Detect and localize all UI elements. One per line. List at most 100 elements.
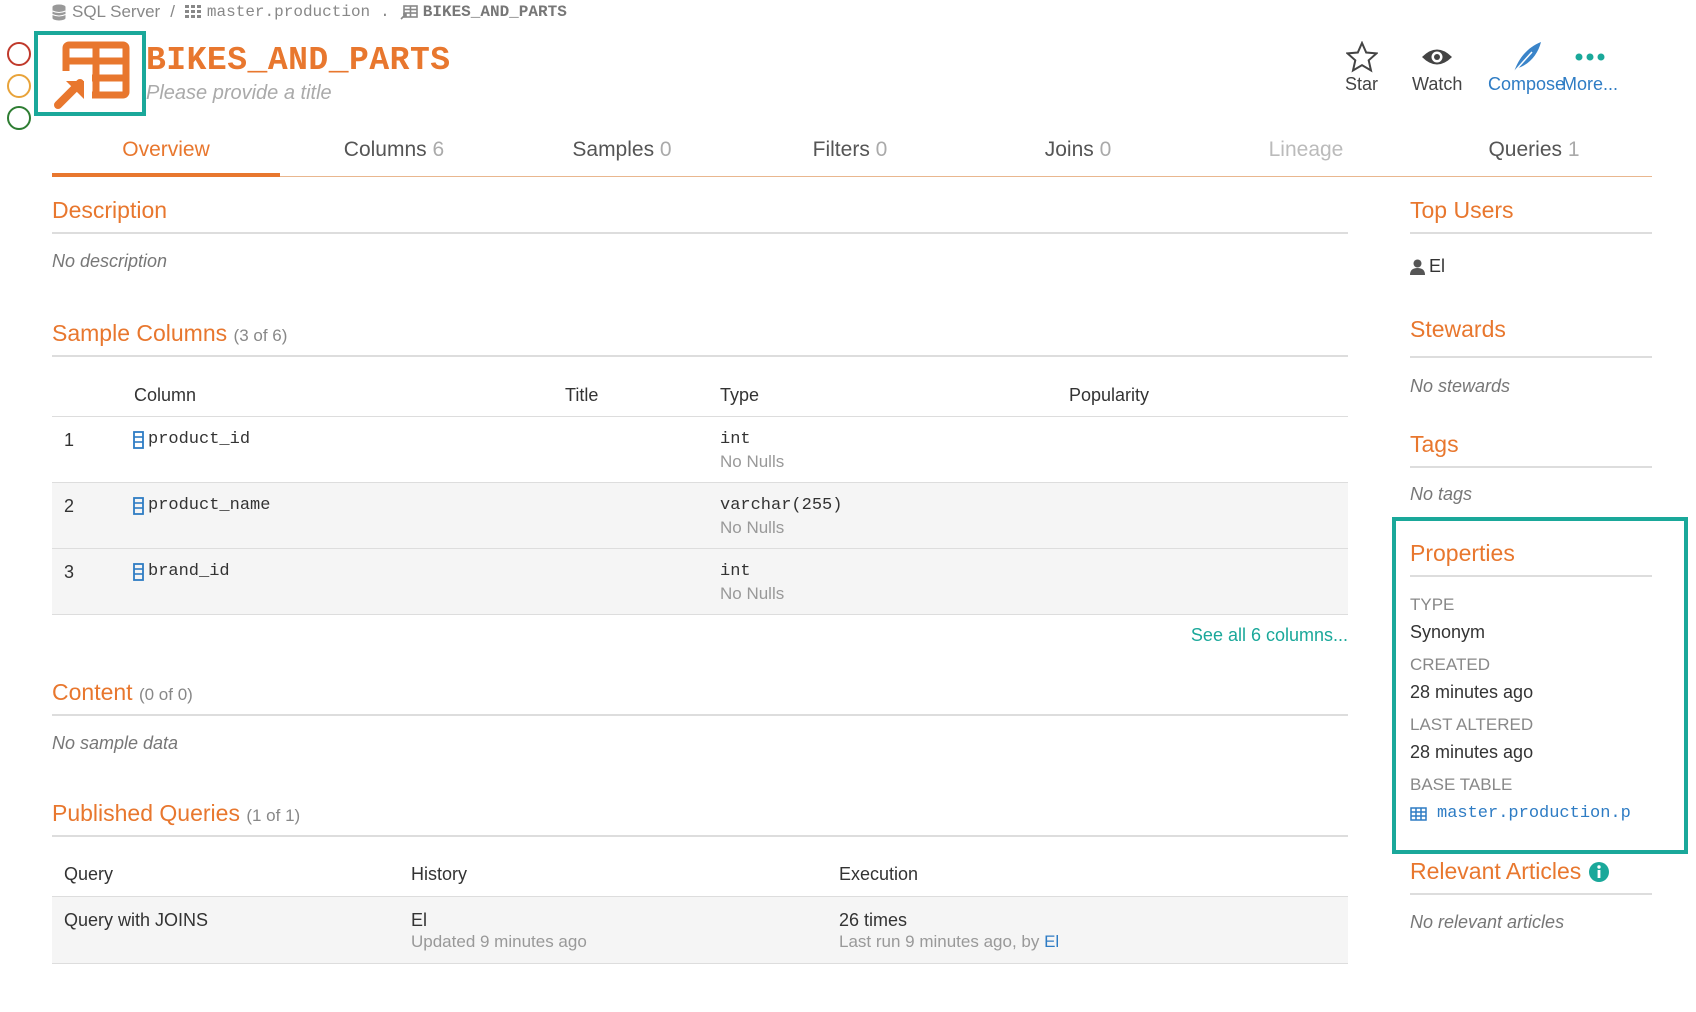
breadcrumb-dot: .: [380, 3, 390, 21]
tab-overview[interactable]: Overview: [122, 138, 210, 162]
query-link[interactable]: Query with JOINS: [64, 910, 208, 931]
tab-lineage: Lineage: [1268, 138, 1344, 161]
star-button[interactable]: Star: [1345, 40, 1378, 95]
breadcrumb-schema[interactable]: master.production: [207, 3, 370, 21]
column-nulls: No Nulls: [720, 452, 785, 471]
description-heading: Description: [52, 197, 168, 223]
orange-circle-marker: [7, 74, 31, 98]
watch-label: Watch: [1412, 74, 1463, 94]
table-row[interactable]: brand_id: [133, 562, 230, 581]
history-user-link[interactable]: El: [411, 910, 427, 931]
synonym-icon: [400, 4, 418, 20]
content-empty: No sample data: [52, 733, 179, 753]
synonym-table-icon: [52, 41, 130, 111]
base-table-link[interactable]: master.production.p: [1410, 804, 1668, 823]
tab-joins[interactable]: Joins 0: [1045, 138, 1112, 162]
row-number: 1: [64, 430, 75, 450]
star-label: Star: [1345, 74, 1379, 94]
created-label: CREATED: [1410, 655, 1490, 674]
properties-heading: Properties: [1410, 540, 1515, 566]
relevant-articles-heading: Relevant Articles: [1410, 858, 1610, 885]
table-divider: [52, 614, 1348, 615]
row-background: [52, 897, 1348, 963]
published-queries-heading: Published Queries (1 of 1): [52, 800, 301, 826]
tags-heading: Tags: [1410, 431, 1459, 457]
type-header[interactable]: Type: [720, 385, 759, 406]
top-user-item[interactable]: El: [1410, 256, 1445, 277]
divider: [52, 835, 1348, 837]
execution-header[interactable]: Execution: [839, 864, 918, 885]
table-row[interactable]: product_id: [133, 430, 250, 449]
watch-button[interactable]: Watch: [1412, 40, 1462, 95]
column-type: int: [720, 430, 751, 449]
divider: [1410, 893, 1652, 895]
divider: [1410, 356, 1652, 358]
last-altered-value: 28 minutes ago: [1410, 742, 1534, 762]
breadcrumb-separator: /: [170, 2, 175, 21]
divider: [1410, 575, 1652, 577]
stewards-heading: Stewards: [1410, 316, 1506, 342]
more-button[interactable]: More...: [1562, 40, 1618, 95]
breadcrumb-server[interactable]: SQL Server: [72, 2, 160, 22]
divider: [52, 355, 1348, 357]
compose-button[interactable]: Compose: [1488, 40, 1565, 95]
execution-count: 26 times: [839, 910, 908, 930]
table-row[interactable]: product_name: [133, 496, 270, 515]
table-divider: [52, 963, 1348, 964]
divider: [1410, 232, 1652, 234]
divider: [52, 714, 1348, 716]
eye-icon: [1422, 49, 1453, 65]
table-divider: [52, 416, 1348, 417]
history-header[interactable]: History: [411, 864, 467, 885]
column-header[interactable]: Column: [134, 385, 196, 406]
breadcrumb-table: BIKES_AND_PARTS: [422, 3, 567, 21]
feather-icon: [1512, 42, 1541, 73]
title-header[interactable]: Title: [565, 385, 598, 406]
popularity-header[interactable]: Popularity: [1069, 385, 1149, 406]
synonym-logo: [34, 31, 146, 116]
column-type: varchar(255): [720, 496, 843, 515]
info-icon[interactable]: [1589, 861, 1610, 882]
green-circle-marker: [7, 106, 31, 130]
schema-icon: [184, 5, 201, 18]
database-icon: [52, 4, 66, 20]
last-altered-label: LAST ALTERED: [1410, 715, 1534, 734]
execution-last-run: Last run 9 minutes ago, by El: [839, 932, 1060, 951]
sample-columns-heading: Sample Columns (3 of 6): [52, 320, 288, 346]
query-header[interactable]: Query: [64, 864, 113, 885]
more-dots-icon: [1575, 53, 1605, 61]
tab-filters[interactable]: Filters 0: [813, 138, 888, 162]
column-type: int: [720, 562, 751, 581]
content-heading: Content (0 of 0): [52, 679, 193, 705]
column-icon: [133, 496, 144, 515]
column-nulls: No Nulls: [720, 584, 785, 603]
subtitle-input[interactable]: Please provide a title: [146, 82, 332, 105]
tab-queries[interactable]: Queries 1: [1488, 138, 1579, 162]
tab-samples[interactable]: Samples 0: [572, 138, 671, 162]
divider: [1410, 466, 1652, 468]
row-background: [52, 549, 1348, 614]
column-icon: [133, 562, 144, 581]
tags-empty: No tags: [1410, 484, 1473, 504]
compose-label: Compose: [1488, 74, 1566, 94]
created-value: 28 minutes ago: [1410, 682, 1534, 702]
top-users-heading: Top Users: [1410, 197, 1514, 223]
row-background: [52, 483, 1348, 548]
base-table-label: BASE TABLE: [1410, 775, 1513, 794]
execution-user-link[interactable]: El: [1044, 932, 1059, 951]
see-all-columns-link[interactable]: See all 6 columns...: [1191, 625, 1348, 646]
user-icon: [1410, 259, 1425, 275]
type-value: Synonym: [1410, 622, 1486, 642]
tab-columns[interactable]: Columns 6: [344, 138, 444, 162]
tab-bar: Overview Columns 6 Samples 0 Filters 0 J…: [52, 134, 1652, 177]
active-tab-indicator: [52, 173, 280, 177]
history-updated: Updated 9 minutes ago: [411, 932, 587, 951]
page-title: BIKES_AND_PARTS: [146, 42, 451, 79]
table-icon: [1410, 806, 1427, 821]
column-icon: [133, 430, 144, 449]
star-icon: [1345, 41, 1378, 73]
stewards-empty: No stewards: [1410, 376, 1511, 396]
relevant-articles-empty: No relevant articles: [1410, 912, 1565, 932]
row-number: 3: [64, 562, 75, 582]
more-label: More...: [1562, 74, 1619, 94]
